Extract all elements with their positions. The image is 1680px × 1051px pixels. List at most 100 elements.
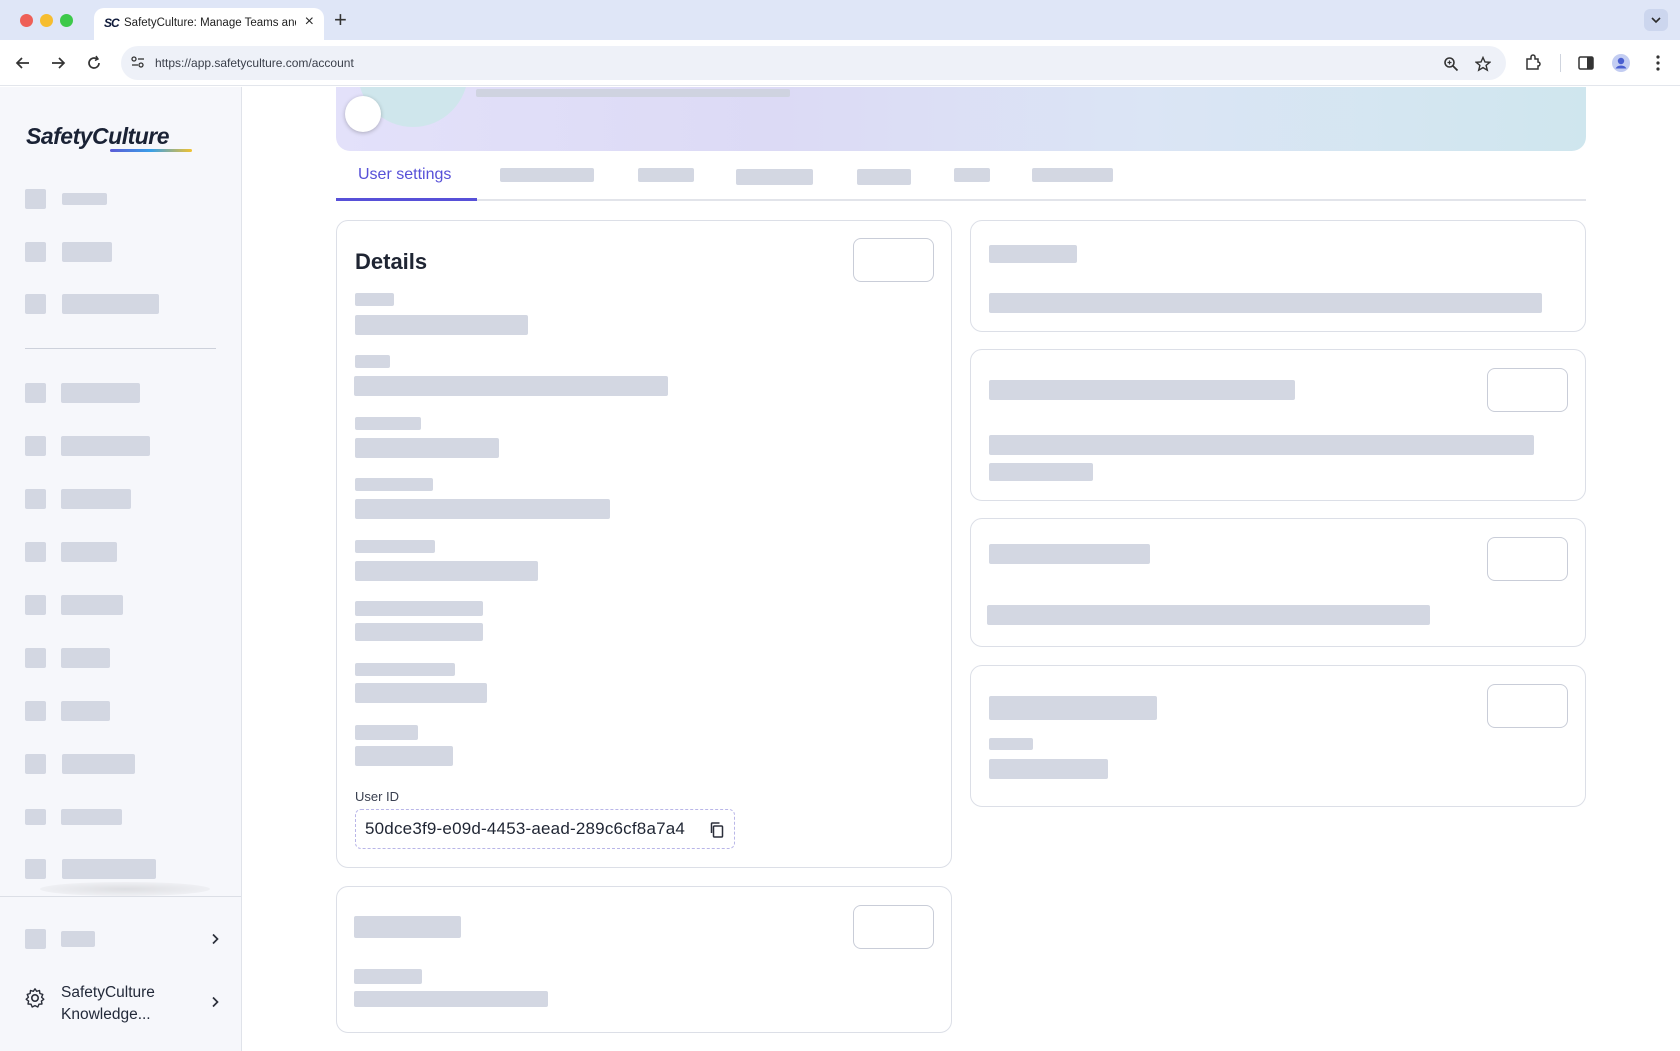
window-minimize-button[interactable]: [40, 14, 53, 27]
card-title-skeleton: [989, 544, 1150, 564]
right-card-4: [970, 665, 1586, 807]
field-value-skeleton: [989, 759, 1108, 779]
edit-details-button[interactable]: [853, 238, 934, 282]
logo-underline: [110, 149, 192, 152]
sidebar-item-label-skeleton: [61, 648, 110, 668]
field-value-skeleton: [354, 376, 668, 396]
tab-placeholder[interactable]: [954, 168, 990, 182]
sidebar-item-icon: [25, 189, 46, 209]
browser-toolbar: https://app.safetyculture.com/account: [0, 40, 1680, 86]
card-title-skeleton: [989, 245, 1077, 263]
extensions-icon[interactable]: [1523, 53, 1543, 73]
new-tab-plus-icon[interactable]: +: [334, 7, 347, 33]
avatar[interactable]: [345, 96, 381, 132]
user-id-field[interactable]: 50dce3f9-e09d-4453-aead-289c6cf8a7a4: [355, 809, 735, 849]
tab-placeholder[interactable]: [500, 168, 594, 182]
zoom-icon[interactable]: [1441, 54, 1461, 74]
copy-icon[interactable]: [708, 821, 726, 839]
field-label-skeleton: [355, 725, 418, 740]
window-maximize-button[interactable]: [60, 14, 73, 27]
field-value-skeleton: [355, 683, 487, 703]
sidebar-item-label-skeleton: [61, 436, 150, 456]
sidebar-item-label-skeleton: [62, 193, 107, 205]
sidebar-item-icon: [25, 754, 46, 774]
field-value-skeleton: [355, 623, 483, 641]
sidebar-item-icon: [25, 701, 46, 721]
user-id-label: User ID: [355, 789, 400, 804]
field-label-skeleton: [354, 969, 422, 984]
card-action-button[interactable]: [1487, 537, 1568, 581]
card-action-button[interactable]: [1487, 684, 1568, 728]
sidebar-item-label-skeleton: [62, 754, 135, 774]
sidebar-item-icon: [25, 809, 46, 825]
sidebar-item-label-skeleton: [61, 595, 123, 615]
sidebar-item-icon: [25, 859, 46, 879]
sidebar-divider: [25, 348, 216, 349]
bookmark-star-icon[interactable]: [1473, 54, 1493, 74]
sidebar-item-icon: [25, 436, 46, 456]
tab-placeholder[interactable]: [736, 169, 813, 185]
sidebar-item-label-skeleton: [61, 489, 131, 509]
sidebar-bottom-divider: [0, 896, 241, 897]
sidebar-item-icon: [25, 595, 46, 615]
card-text-skeleton: [989, 435, 1534, 455]
right-card-2: [970, 349, 1586, 501]
safetyculture-favicon-icon: SC: [104, 16, 120, 30]
chevron-right-icon: [209, 933, 221, 945]
safetyculture-logo[interactable]: SafetyCulture: [26, 123, 170, 150]
side-panel-icon[interactable]: [1576, 53, 1596, 73]
card-title-skeleton: [989, 696, 1157, 720]
field-value-skeleton: [354, 991, 548, 1007]
forward-arrow-icon[interactable]: [48, 53, 68, 73]
sidebar-item-icon: [25, 489, 46, 509]
site-settings-icon[interactable]: [130, 54, 146, 75]
details-card: Details User ID 50dce3f9-e09d-4453-aead-…: [336, 220, 952, 868]
tab-close-icon[interactable]: ×: [305, 13, 314, 31]
tab-label: User settings: [358, 166, 452, 183]
chevron-right-icon: [209, 996, 221, 1008]
sidebar-item-label-skeleton: [62, 294, 159, 314]
field-label-skeleton: [989, 738, 1033, 750]
sidebar-item-label-skeleton: [61, 809, 122, 825]
user-id-value: 50dce3f9-e09d-4453-aead-289c6cf8a7a4: [365, 819, 686, 838]
tab-placeholder[interactable]: [638, 168, 694, 182]
reload-icon[interactable]: [84, 53, 104, 73]
tab-placeholder[interactable]: [857, 169, 911, 185]
profile-icon[interactable]: [1611, 53, 1631, 73]
field-label-skeleton: [355, 540, 435, 553]
back-arrow-icon[interactable]: [13, 53, 33, 73]
sidebar-item-icon: [25, 242, 46, 262]
details-title: Details: [355, 249, 428, 274]
sidebar-scroll-shadow: [40, 882, 210, 896]
browser-tab-bar: SC SafetyCulture: Manage Teams and... × …: [0, 0, 1680, 40]
card-title-skeleton: [989, 380, 1295, 400]
field-label-skeleton: [355, 478, 433, 491]
window-close-button[interactable]: [20, 14, 33, 27]
tab-search-chevron-icon[interactable]: [1644, 9, 1668, 31]
card-action-button[interactable]: [853, 905, 934, 949]
right-card-1: [970, 220, 1586, 332]
secondary-card: [336, 886, 952, 1033]
field-label-skeleton: [355, 601, 483, 616]
field-value-skeleton: [355, 561, 538, 581]
address-bar[interactable]: https://app.safetyculture.com/account: [121, 46, 1506, 80]
sidebar-item-icon: [25, 648, 46, 668]
tab-user-settings[interactable]: User settings: [336, 153, 477, 201]
field-value-skeleton: [355, 499, 610, 519]
toolbar-divider: [1560, 54, 1561, 72]
sidebar-item-icon: [25, 542, 46, 562]
tab-placeholder[interactable]: [1032, 168, 1113, 182]
card-text-skeleton: [987, 605, 1430, 625]
browser-tab[interactable]: SC SafetyCulture: Manage Teams and... ×: [94, 8, 324, 40]
card-action-button[interactable]: [1487, 368, 1568, 412]
field-value-skeleton: [355, 315, 528, 335]
card-text-skeleton: [989, 293, 1542, 313]
sidebar: SafetyCulture SafetyCulture Knowledge...: [0, 87, 242, 1051]
banner-name-skeleton: [476, 89, 790, 97]
more-menu-icon[interactable]: [1648, 53, 1668, 73]
field-label-skeleton: [355, 355, 390, 368]
account-tabs: User settings: [336, 153, 1586, 201]
sidebar-item-label-skeleton: [61, 383, 140, 403]
sidebar-item-label-skeleton: [61, 542, 117, 562]
field-label-skeleton: [355, 663, 455, 676]
